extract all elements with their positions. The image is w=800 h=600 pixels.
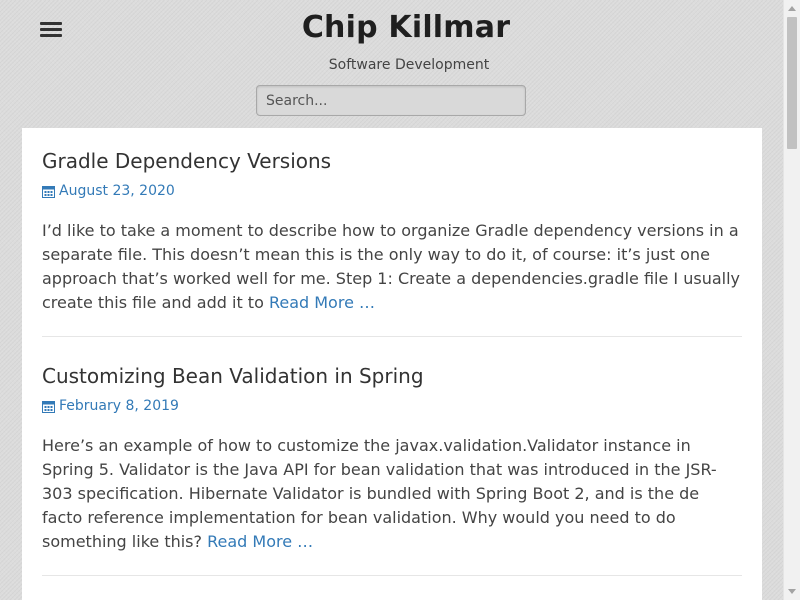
post-title[interactable]: Customizing Bean Validation in Spring — [42, 364, 742, 388]
read-more-link[interactable]: Read More … — [207, 532, 313, 551]
scroll-thumb[interactable] — [787, 17, 797, 149]
page: Chip Killmar Software Development Gradle… — [0, 0, 783, 600]
scroll-up-arrow-glyph — [788, 6, 796, 11]
post-item: Customizing Bean Validation in Spring Fe… — [42, 364, 742, 570]
post-excerpt-text: Here’s an example of how to customize th… — [42, 436, 717, 551]
vertical-scrollbar[interactable] — [783, 0, 800, 600]
calendar-icon — [42, 400, 55, 413]
post-divider — [42, 336, 742, 337]
calendar-icon — [42, 185, 55, 198]
scroll-up-arrow-icon[interactable] — [784, 0, 800, 17]
site-title[interactable]: Chip Killmar — [0, 10, 783, 45]
post-excerpt-text: I’d like to take a moment to describe ho… — [42, 221, 740, 312]
post-list: Gradle Dependency Versions August 23, 20… — [22, 128, 762, 600]
scroll-down-arrow-glyph — [788, 589, 796, 594]
post-date[interactable]: February 8, 2019 — [42, 396, 742, 416]
post-date-text: August 23, 2020 — [59, 183, 175, 199]
scroll-down-arrow-icon[interactable] — [784, 583, 800, 600]
post-item: Gradle Dependency Versions August 23, 20… — [42, 149, 742, 331]
site-tagline: Software Development — [328, 57, 490, 73]
post-excerpt: Here’s an example of how to customize th… — [42, 434, 742, 554]
post-excerpt: I’d like to take a moment to describe ho… — [42, 219, 742, 315]
post-date[interactable]: August 23, 2020 — [42, 181, 742, 201]
post-divider — [42, 575, 742, 576]
search-input[interactable] — [256, 85, 526, 116]
read-more-link[interactable]: Read More … — [269, 293, 375, 312]
post-date-text: February 8, 2019 — [59, 398, 179, 414]
post-title[interactable]: Gradle Dependency Versions — [42, 149, 742, 173]
